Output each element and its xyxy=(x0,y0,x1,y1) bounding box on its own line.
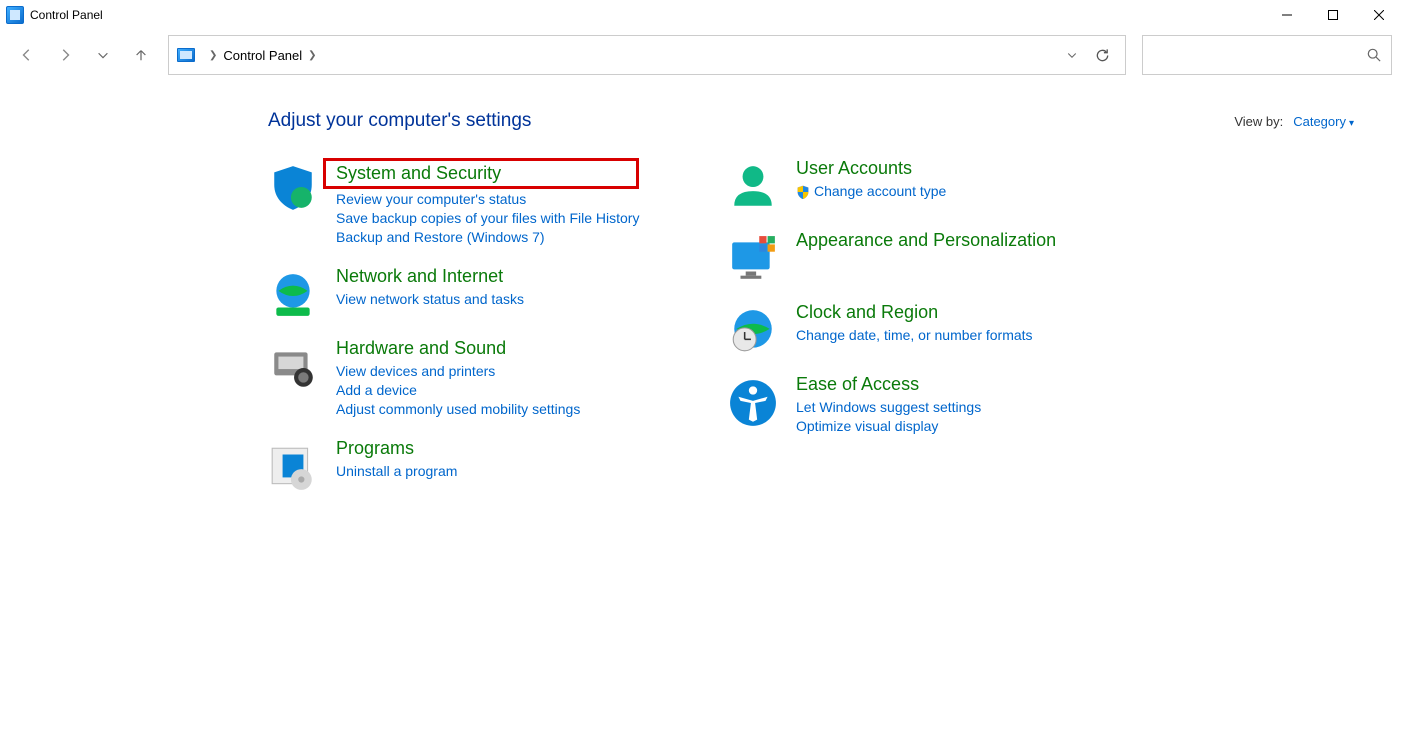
category-clock: Clock and Region Change date, time, or n… xyxy=(728,302,1148,356)
category-title-clock[interactable]: Clock and Region xyxy=(796,302,1033,323)
header-row: Adjust your computer's settings View by:… xyxy=(268,104,1354,158)
category-programs: Programs Uninstall a program xyxy=(268,438,688,492)
clock-globe-icon xyxy=(728,306,778,356)
link-backup-restore[interactable]: Backup and Restore (Windows 7) xyxy=(336,229,639,245)
link-mobility-settings[interactable]: Adjust commonly used mobility settings xyxy=(336,401,580,417)
uac-shield-icon xyxy=(796,185,810,199)
category-network: Network and Internet View network status… xyxy=(268,266,688,320)
search-input[interactable] xyxy=(1153,47,1367,64)
link-review-status[interactable]: Review your computer's status xyxy=(336,191,639,207)
link-network-status[interactable]: View network status and tasks xyxy=(336,291,524,307)
search-icon xyxy=(1367,48,1381,62)
category-title-ease[interactable]: Ease of Access xyxy=(796,374,981,395)
link-devices-printers[interactable]: View devices and printers xyxy=(336,363,580,379)
category-title-appearance[interactable]: Appearance and Personalization xyxy=(796,230,1056,251)
highlight-box: System and Security xyxy=(323,158,639,189)
printer-camera-icon xyxy=(268,342,318,392)
category-title-programs[interactable]: Programs xyxy=(336,438,457,459)
category-title-network[interactable]: Network and Internet xyxy=(336,266,524,287)
page-title: Adjust your computer's settings xyxy=(268,110,531,132)
category-title-hardware[interactable]: Hardware and Sound xyxy=(336,338,580,359)
chevron-down-icon: ▾ xyxy=(1349,118,1354,129)
chevron-right-icon[interactable]: ❯ xyxy=(203,50,223,61)
address-history-dropdown[interactable] xyxy=(1057,40,1087,70)
globe-icon xyxy=(268,270,318,320)
minimize-button[interactable] xyxy=(1264,0,1310,30)
link-uninstall-program[interactable]: Uninstall a program xyxy=(336,463,457,479)
forward-button[interactable] xyxy=(48,38,82,72)
search-bar[interactable] xyxy=(1142,35,1392,75)
category-title-user-accounts[interactable]: User Accounts xyxy=(796,158,946,179)
column-left: System and Security Review your computer… xyxy=(268,158,688,510)
column-right: User Accounts Change account type xyxy=(728,158,1148,510)
titlebar: Control Panel xyxy=(0,0,1402,30)
link-file-history[interactable]: Save backup copies of your files with Fi… xyxy=(336,210,639,226)
category-user-accounts: User Accounts Change account type xyxy=(728,158,1148,212)
window-title: Control Panel xyxy=(30,8,103,22)
link-change-datetime[interactable]: Change date, time, or number formats xyxy=(796,327,1033,343)
category-hardware: Hardware and Sound View devices and prin… xyxy=(268,338,688,420)
maximize-button[interactable] xyxy=(1310,0,1356,30)
category-system-security: System and Security Review your computer… xyxy=(268,158,688,248)
breadcrumb-root[interactable]: Control Panel xyxy=(223,48,302,63)
content-area: Adjust your computer's settings View by:… xyxy=(0,80,1402,510)
link-windows-suggest[interactable]: Let Windows suggest settings xyxy=(796,399,981,415)
nav-row: ❯ Control Panel ❯ xyxy=(0,30,1402,80)
monitor-icon xyxy=(728,234,778,284)
back-button[interactable] xyxy=(10,38,44,72)
viewby-label: View by: xyxy=(1234,114,1283,129)
category-ease-access: Ease of Access Let Windows suggest setti… xyxy=(728,374,1148,437)
shield-icon xyxy=(268,162,318,212)
accessibility-icon xyxy=(728,378,778,428)
control-panel-title-icon xyxy=(6,6,24,24)
programs-icon xyxy=(268,442,318,492)
address-bar[interactable]: ❯ Control Panel ❯ xyxy=(168,35,1126,75)
category-grid: System and Security Review your computer… xyxy=(268,158,1354,510)
link-change-account-type[interactable]: Change account type xyxy=(796,183,946,199)
chevron-right-icon[interactable]: ❯ xyxy=(302,50,322,61)
close-button[interactable] xyxy=(1356,0,1402,30)
viewby-value: Category xyxy=(1293,114,1346,129)
user-icon xyxy=(728,162,778,212)
category-title-system-security[interactable]: System and Security xyxy=(336,163,501,183)
viewby-dropdown[interactable]: Category▾ xyxy=(1293,114,1354,129)
link-optimize-visual[interactable]: Optimize visual display xyxy=(796,418,981,434)
recent-locations-dropdown[interactable] xyxy=(86,38,120,72)
refresh-button[interactable] xyxy=(1087,40,1117,70)
category-appearance: Appearance and Personalization xyxy=(728,230,1148,284)
up-button[interactable] xyxy=(124,38,158,72)
control-panel-icon xyxy=(177,48,195,62)
link-add-device[interactable]: Add a device xyxy=(336,382,580,398)
